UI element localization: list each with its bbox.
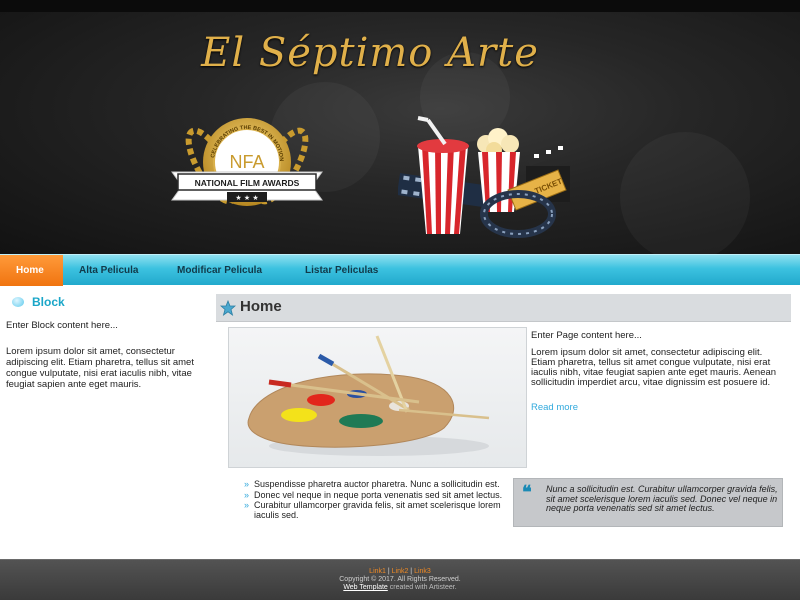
sidebar: Block Enter Block content here... Lorem …	[0, 285, 210, 560]
block-bullet-icon	[12, 297, 24, 307]
blockquote: ❝ Nunc a sollicitudin est. Curabitur ull…	[513, 478, 783, 527]
sidebar-block-title: Block	[32, 295, 65, 309]
list-item: » Curabitur ullamcorper gravida felis, si…	[244, 500, 501, 520]
movie-snacks-illustration: TICKET	[398, 116, 570, 238]
list-item: » Suspendisse pharetra auctor pharetra. N…	[244, 479, 500, 489]
bullet-list: » Suspendisse pharetra auctor pharetra. N…	[244, 479, 504, 521]
nav-item-modificar-pelicula[interactable]: Modificar Pelicula	[161, 255, 278, 286]
paint-palette-illustration	[247, 335, 490, 456]
nav-item-alta-pelicula[interactable]: Alta Pelicula	[63, 255, 154, 286]
sidebar-block-heading: Block	[12, 295, 65, 309]
footer-link-3[interactable]: Link3	[414, 568, 431, 575]
logo-initials: NFA	[229, 152, 264, 172]
main-navigation: Home Alta Pelicula Modificar Pelicula Li…	[0, 254, 800, 286]
bullet-icon: »	[244, 500, 250, 510]
logo-ribbon-text: NATIONAL FILM AWARDS	[195, 178, 300, 188]
quote-text: Nunc a sollicitudin est. Curabitur ullam…	[546, 484, 778, 513]
content-header: Home	[216, 294, 791, 322]
logo-stars: ★ ★ ★	[235, 194, 258, 202]
read-more-link[interactable]: Read more	[531, 402, 578, 413]
bullet-icon: »	[244, 489, 250, 500]
site-title: El Séptimo Arte	[201, 30, 539, 76]
sidebar-intro: Enter Block content here...	[6, 320, 118, 331]
footer-link-1[interactable]: Link1	[369, 568, 386, 575]
palette-image	[228, 327, 527, 468]
footer-copyright: Copyright © 2017. All Rights Reserved.	[339, 576, 461, 583]
page-body: Lorem ipsum dolor sit amet, consectetur …	[531, 347, 777, 388]
nav-item-listar-peliculas[interactable]: Listar Peliculas	[289, 255, 394, 286]
footer-link-2[interactable]: Link2	[392, 568, 409, 575]
star-icon	[220, 300, 236, 316]
web-template-link[interactable]: Web Template	[343, 584, 388, 591]
page-intro: Enter Page content here...	[531, 330, 642, 341]
quote-icon: ❝	[522, 482, 532, 503]
national-film-awards-logo: CELEBRATING THE BEST IN MOTION PICTURE N…	[152, 104, 323, 206]
top-strip	[0, 0, 800, 12]
footer-links: Link1 | Link2 | Link3	[369, 568, 431, 575]
list-item: » Donec vel neque in neque porta venenati…	[244, 489, 503, 500]
page-title: Home	[240, 298, 282, 315]
site-header: El Séptimo Arte CELEBRATING THE BEST IN …	[0, 12, 800, 254]
sidebar-body: Lorem ipsum dolor sit amet, consectetur …	[6, 346, 194, 390]
bokeh-light	[620, 132, 750, 254]
nav-item-home[interactable]: Home	[0, 255, 63, 286]
footer-credit: Web Template created with Artisteer.	[343, 584, 457, 591]
site-footer: Link1 | Link2 | Link3 Copyright © 2017. …	[0, 559, 800, 600]
bullet-icon: »	[244, 479, 250, 489]
